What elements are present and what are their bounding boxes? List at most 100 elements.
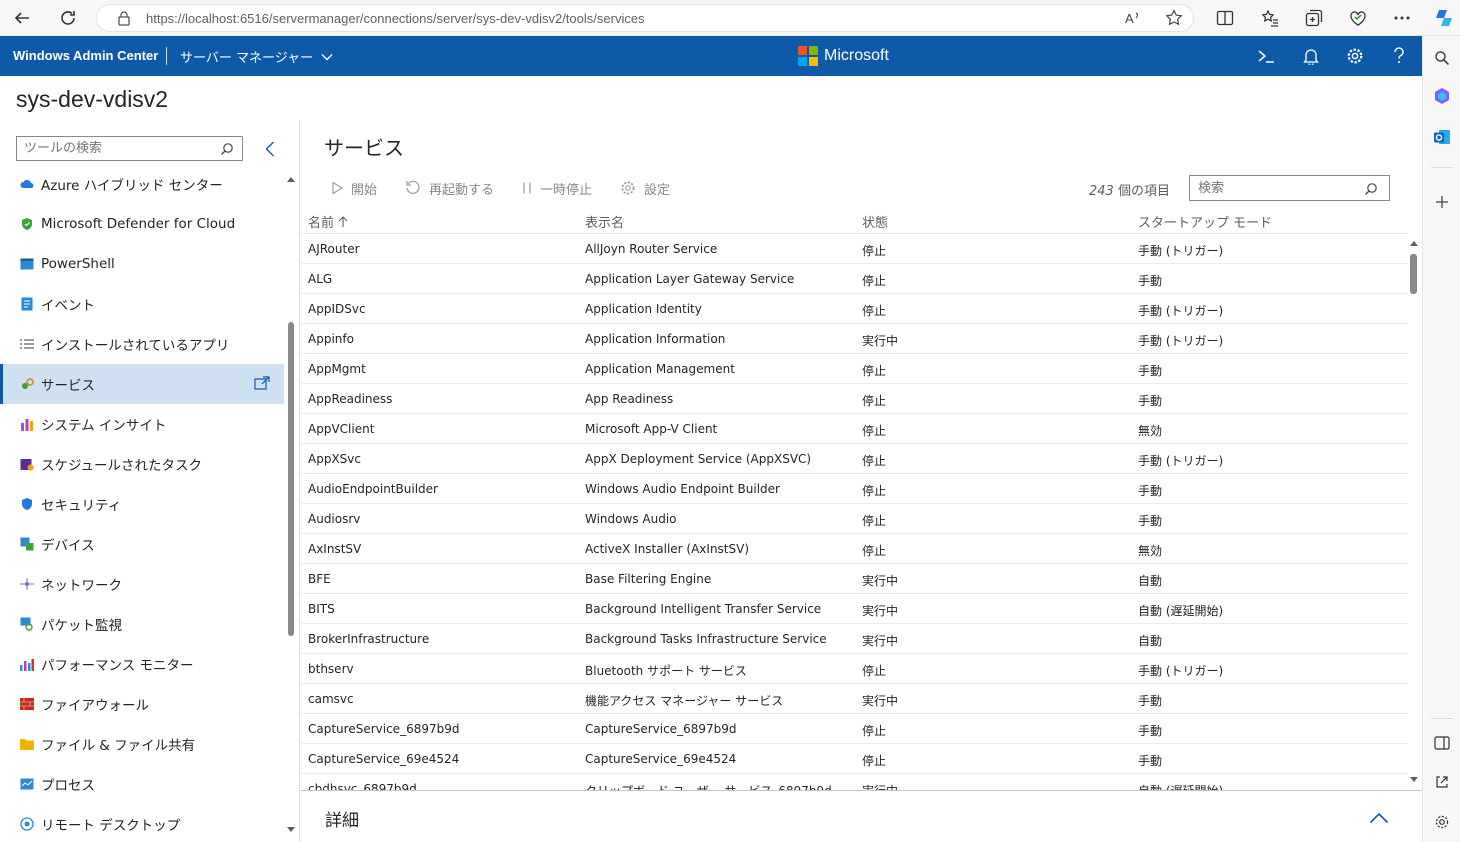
open-external-icon[interactable] xyxy=(1432,772,1452,792)
back-arrow-icon[interactable] xyxy=(10,6,34,30)
sidebar-item-devices[interactable]: デバイス xyxy=(0,524,284,564)
browser-toolbar: https://localhost:6516/servermanager/con… xyxy=(0,0,1460,36)
copilot-icon[interactable] xyxy=(1432,6,1456,30)
sidebar-item-firewall[interactable]: ファイアウォール xyxy=(0,684,284,724)
collapse-sidebar-button[interactable] xyxy=(262,138,278,160)
sidebar-item-remote-desktop[interactable]: リモート デスクトップ xyxy=(0,804,284,842)
pause-button[interactable]: 一時停止 xyxy=(522,179,592,198)
search-icon[interactable] xyxy=(1364,181,1378,200)
cell-display-name: App Readiness xyxy=(585,392,674,406)
table-row[interactable]: BFE Base Filtering Engine 実行中 自動 xyxy=(301,564,1408,594)
table-row[interactable]: CaptureService_6897b9d CaptureService_689… xyxy=(301,714,1408,744)
sidebar-item-powershell[interactable]: PowerShell xyxy=(0,244,284,284)
scroll-down-arrow-icon[interactable] xyxy=(1410,777,1418,783)
help-question-icon[interactable] xyxy=(1389,46,1409,66)
sidebar-item-files[interactable]: ファイル & ファイル共有 xyxy=(0,724,284,764)
table-row[interactable]: bthserv Bluetooth サポート サービス 停止 手動 (トリガー) xyxy=(301,654,1408,684)
app-title[interactable]: Windows Admin Center xyxy=(13,48,158,63)
table-row[interactable]: cbdhsvc_6897b9d クリップボード ユーザー サービス_6897b9d… xyxy=(301,774,1408,790)
scroll-up-arrow-icon[interactable] xyxy=(287,176,295,182)
services-search-box[interactable] xyxy=(1189,175,1390,201)
column-header-name[interactable]: 名前 xyxy=(308,212,348,231)
address-bar[interactable]: https://localhost:6516/servermanager/con… xyxy=(96,4,1194,32)
table-row[interactable]: Audiosrv Windows Audio 停止 手動 xyxy=(301,504,1408,534)
settings-button[interactable]: 設定 xyxy=(620,179,670,198)
column-header-status[interactable]: 状態 xyxy=(862,212,888,231)
table-row[interactable]: BITS Background Intelligent Transfer Serv… xyxy=(301,594,1408,624)
sidebar-item-performance-monitor[interactable]: パフォーマンス モニター xyxy=(0,644,284,684)
favorites-list-icon[interactable] xyxy=(1258,6,1282,30)
favorite-star-icon[interactable] xyxy=(1165,9,1183,31)
table-row[interactable]: ALG Application Layer Gateway Service 停止 手動 xyxy=(301,264,1408,294)
open-in-new-window-icon[interactable] xyxy=(254,375,270,394)
column-header-startup[interactable]: スタートアップ モード xyxy=(1138,212,1272,231)
defender-shield-icon xyxy=(20,217,34,231)
collections-icon[interactable] xyxy=(1302,6,1326,30)
powershell-prompt-icon[interactable] xyxy=(1256,46,1276,66)
chevron-up-icon[interactable] xyxy=(1369,809,1389,828)
tool-search-box[interactable] xyxy=(16,136,243,161)
table-row[interactable]: CaptureService_69e4524 CaptureService_69e… xyxy=(301,744,1408,774)
table-row[interactable]: AudioEndpointBuilder Windows Audio Endpoi… xyxy=(301,474,1408,504)
outlook-icon[interactable] xyxy=(1432,127,1452,147)
sidebar-item-security[interactable]: セキュリティ xyxy=(0,484,284,524)
table-row[interactable]: AppIDSvc Application Identity 停止 手動 (トリガー) xyxy=(301,294,1408,324)
sidebar-item-processes[interactable]: プロセス xyxy=(0,764,284,804)
cell-name: ALG xyxy=(308,272,333,286)
firewall-icon xyxy=(20,697,34,711)
table-row[interactable]: BrokerInfrastructure Background Tasks Inf… xyxy=(301,624,1408,654)
tools-nav-list: Azure ハイブリッド センター Microsoft Defender for… xyxy=(0,164,284,842)
sidebar-scroll-thumb[interactable] xyxy=(288,322,294,636)
services-search-input[interactable] xyxy=(1190,176,1360,200)
more-options-icon[interactable] xyxy=(1390,6,1414,30)
table-row[interactable]: Appinfo Application Information 実行中 手動 (トリガ… xyxy=(301,324,1408,354)
m365-icon[interactable] xyxy=(1432,86,1452,106)
tool-search-input[interactable] xyxy=(17,137,207,160)
refresh-icon[interactable] xyxy=(56,6,80,30)
restart-button[interactable]: 再起動する xyxy=(405,179,494,198)
sidebar-scrollbar[interactable] xyxy=(287,176,295,836)
details-pane[interactable]: 詳細 xyxy=(301,790,1422,842)
split-screen-icon[interactable] xyxy=(1213,6,1237,30)
server-manager-dropdown[interactable]: サーバー マネージャー xyxy=(180,47,333,66)
table-scroll-thumb[interactable] xyxy=(1410,254,1417,294)
table-scrollbar[interactable] xyxy=(1408,238,1420,790)
sidebar-item-defender[interactable]: Microsoft Defender for Cloud xyxy=(0,204,284,244)
cell-name: bthserv xyxy=(308,662,354,676)
browser-settings-gear-icon[interactable] xyxy=(1432,812,1452,832)
sidebar-item-events[interactable]: イベント xyxy=(0,284,284,324)
scroll-up-arrow-icon[interactable] xyxy=(1410,240,1418,246)
sidebar-item-scheduled-tasks[interactable]: スケジュールされたタスク xyxy=(0,444,284,484)
table-row[interactable]: AJRouter AllJoyn Router Service 停止 手動 (トリガー… xyxy=(301,234,1408,264)
browser-essentials-icon[interactable] xyxy=(1346,6,1370,30)
table-row[interactable]: AppXSvc AppX Deployment Service (AppXSVC)… xyxy=(301,444,1408,474)
cell-display-name: Application Layer Gateway Service xyxy=(585,272,795,286)
notifications-bell-icon[interactable] xyxy=(1301,46,1321,66)
start-button[interactable]: 開始 xyxy=(331,179,377,198)
column-header-display-name[interactable]: 表示名 xyxy=(585,212,624,231)
cell-startup-mode: 手動 xyxy=(1138,694,1163,708)
sidebar-item-azure-hybrid[interactable]: Azure ハイブリッド センター xyxy=(0,164,284,204)
sidebar-item-system-insights[interactable]: システム インサイト xyxy=(0,404,284,444)
table-row[interactable]: AxInstSV ActiveX Installer (AxInstSV) 停止 無効 xyxy=(301,534,1408,564)
restart-icon xyxy=(406,180,420,194)
search-icon[interactable] xyxy=(1432,48,1452,68)
scroll-down-arrow-icon[interactable] xyxy=(287,827,295,833)
cell-startup-mode: 手動 xyxy=(1138,394,1163,408)
add-icon[interactable] xyxy=(1432,192,1452,212)
search-icon[interactable] xyxy=(220,141,234,160)
lock-icon[interactable] xyxy=(117,11,131,30)
settings-gear-icon[interactable] xyxy=(1345,46,1365,66)
sidebar-item-services[interactable]: サービス xyxy=(0,364,284,404)
sidebar-toggle-icon[interactable] xyxy=(1432,733,1452,753)
sidebar-item-network[interactable]: ネットワーク xyxy=(0,564,284,604)
header-divider xyxy=(166,47,167,65)
table-row[interactable]: AppReadiness App Readiness 停止 手動 xyxy=(301,384,1408,414)
table-row[interactable]: AppVClient Microsoft App-V Client 停止 無効 xyxy=(301,414,1408,444)
sidebar-item-packet-monitoring[interactable]: パケット監視 xyxy=(0,604,284,644)
sidebar-item-installed-apps[interactable]: インストールされているアプリ xyxy=(0,324,284,364)
table-row[interactable]: camsvc 機能アクセス マネージャー サービス 実行中 手動 xyxy=(301,684,1408,714)
table-row[interactable]: AppMgmt Application Management 停止 手動 xyxy=(301,354,1408,384)
read-aloud-icon[interactable]: A xyxy=(1125,10,1143,30)
cell-status: 停止 xyxy=(862,454,887,468)
